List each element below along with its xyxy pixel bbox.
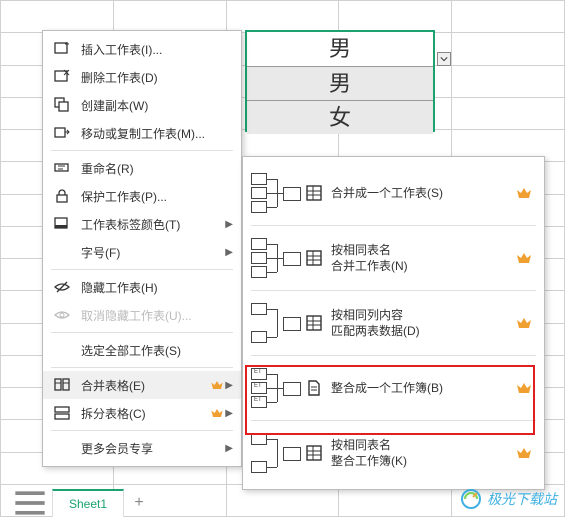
menu-label: 保护工作表(P)... (81, 188, 233, 205)
menu-delete-sheet[interactable]: 删除工作表(D) (43, 63, 241, 91)
diagram-icon (249, 234, 305, 282)
premium-icon (514, 248, 534, 268)
menu-hide-sheet[interactable]: 隐藏工作表(H) (43, 273, 241, 301)
premium-icon (514, 443, 534, 463)
cell-value[interactable]: 男 (247, 66, 433, 100)
menu-label: 拆分表格(C) (81, 405, 205, 422)
submenu-label-line2: 整合工作簿(K) (331, 453, 407, 469)
premium-icon (209, 405, 225, 421)
unhide-icon (53, 306, 71, 324)
rename-icon (53, 159, 71, 177)
menu-label: 移动或复制工作表(M)... (81, 125, 233, 142)
highlight-annotation (245, 365, 535, 435)
separator (251, 225, 536, 226)
separator (51, 332, 233, 333)
menu-tab-color[interactable]: 工作表标签颜色(T) ▶ (43, 210, 241, 238)
cell-value[interactable]: 男 (247, 32, 433, 66)
dropdown-button[interactable] (437, 52, 451, 66)
diagram-icon (249, 429, 305, 477)
menu-label: 工作表标签颜色(T) (81, 216, 225, 233)
menu-label: 重命名(R) (81, 160, 233, 177)
menu-split-tables[interactable]: 拆分表格(C) ▶ (43, 399, 241, 427)
separator (51, 269, 233, 270)
cell-value[interactable]: 女 (247, 100, 433, 134)
separator (51, 150, 233, 151)
diagram-icon (249, 169, 305, 217)
submenu-label-line1: 按相同表名 (331, 437, 407, 453)
tab-menu-icon[interactable] (8, 489, 52, 517)
blank-icon (53, 439, 71, 457)
watermark: 极光下载站 (459, 487, 557, 511)
watermark-logo-icon (459, 487, 483, 511)
separator (51, 430, 233, 431)
premium-icon (209, 377, 225, 393)
merge-tables-submenu: 合并成一个工作表(S) 按相同表名 合并工作表(N) 按相同列 (242, 156, 545, 490)
menu-insert-sheet[interactable]: 插入工作表(I)... (43, 35, 241, 63)
menu-label: 删除工作表(D) (81, 69, 233, 86)
chevron-right-icon: ▶ (225, 219, 233, 230)
submenu-merge-one-sheet[interactable]: 合并成一个工作表(S) (243, 163, 544, 223)
diagram-icon (249, 299, 305, 347)
menu-label: 字号(F) (81, 244, 225, 261)
move-icon (53, 124, 71, 142)
insert-sheet-icon (53, 40, 71, 58)
premium-icon (514, 183, 534, 203)
hide-icon (53, 278, 71, 296)
submenu-label-line2: 合并工作表(N) (331, 258, 408, 274)
sheet-icon (305, 249, 323, 267)
menu-label: 插入工作表(I)... (81, 41, 233, 58)
menu-font-size[interactable]: 字号(F) ▶ (43, 238, 241, 266)
menu-create-copy[interactable]: 创建副本(W) (43, 91, 241, 119)
menu-rename[interactable]: 重命名(R) (43, 154, 241, 182)
chevron-right-icon: ▶ (225, 247, 233, 258)
menu-label: 选定全部工作表(S) (81, 342, 233, 359)
menu-unhide-sheet: 取消隐藏工作表(U)... (43, 301, 241, 329)
sheet-context-menu: 插入工作表(I)... 删除工作表(D) 创建副本(W) 移动或复制工作表(M)… (42, 30, 242, 467)
submenu-label-line1: 按相同表名 (331, 242, 408, 258)
separator (51, 367, 233, 368)
sheet-icon (305, 444, 323, 462)
menu-label: 创建副本(W) (81, 97, 233, 114)
chevron-right-icon: ▶ (225, 408, 233, 419)
submenu-merge-by-name[interactable]: 按相同表名 合并工作表(N) (243, 228, 544, 288)
submenu-label: 合并成一个工作表(S) (331, 185, 443, 201)
menu-protect-sheet[interactable]: 保护工作表(P)... (43, 182, 241, 210)
menu-label: 合并表格(E) (81, 377, 205, 394)
sheet-icon (305, 184, 323, 202)
separator (251, 290, 536, 291)
menu-select-all-sheets[interactable]: 选定全部工作表(S) (43, 336, 241, 364)
sheet-tab-bar: Sheet1 + (8, 487, 308, 517)
copy-icon (53, 96, 71, 114)
selected-range[interactable]: 男 男 女 (245, 30, 435, 132)
premium-icon (514, 313, 534, 333)
split-icon (53, 404, 71, 422)
menu-move-copy[interactable]: 移动或复制工作表(M)... (43, 119, 241, 147)
submenu-label-line1: 按相同列内容 (331, 307, 420, 323)
sheet-icon (305, 314, 323, 332)
watermark-text: 极光下载站 (487, 489, 557, 509)
lock-icon (53, 187, 71, 205)
chevron-right-icon: ▶ (225, 380, 233, 391)
color-icon (53, 215, 71, 233)
blank-icon (53, 243, 71, 261)
submenu-match-by-column[interactable]: 按相同列内容 匹配两表数据(D) (243, 293, 544, 353)
merge-icon (53, 376, 71, 394)
separator (251, 355, 536, 356)
delete-sheet-icon (53, 68, 71, 86)
menu-more-member[interactable]: 更多会员专享 ▶ (43, 434, 241, 462)
blank-icon (53, 341, 71, 359)
tab-sheet1[interactable]: Sheet1 (52, 489, 124, 517)
menu-label: 取消隐藏工作表(U)... (81, 307, 233, 324)
add-sheet-button[interactable]: + (124, 489, 154, 517)
chevron-right-icon: ▶ (225, 443, 233, 454)
plus-icon: + (134, 494, 143, 512)
menu-label: 更多会员专享 (81, 440, 225, 457)
menu-merge-tables[interactable]: 合并表格(E) ▶ (43, 371, 241, 399)
menu-label: 隐藏工作表(H) (81, 279, 233, 296)
submenu-label-line2: 匹配两表数据(D) (331, 323, 420, 339)
tab-label: Sheet1 (69, 497, 107, 511)
